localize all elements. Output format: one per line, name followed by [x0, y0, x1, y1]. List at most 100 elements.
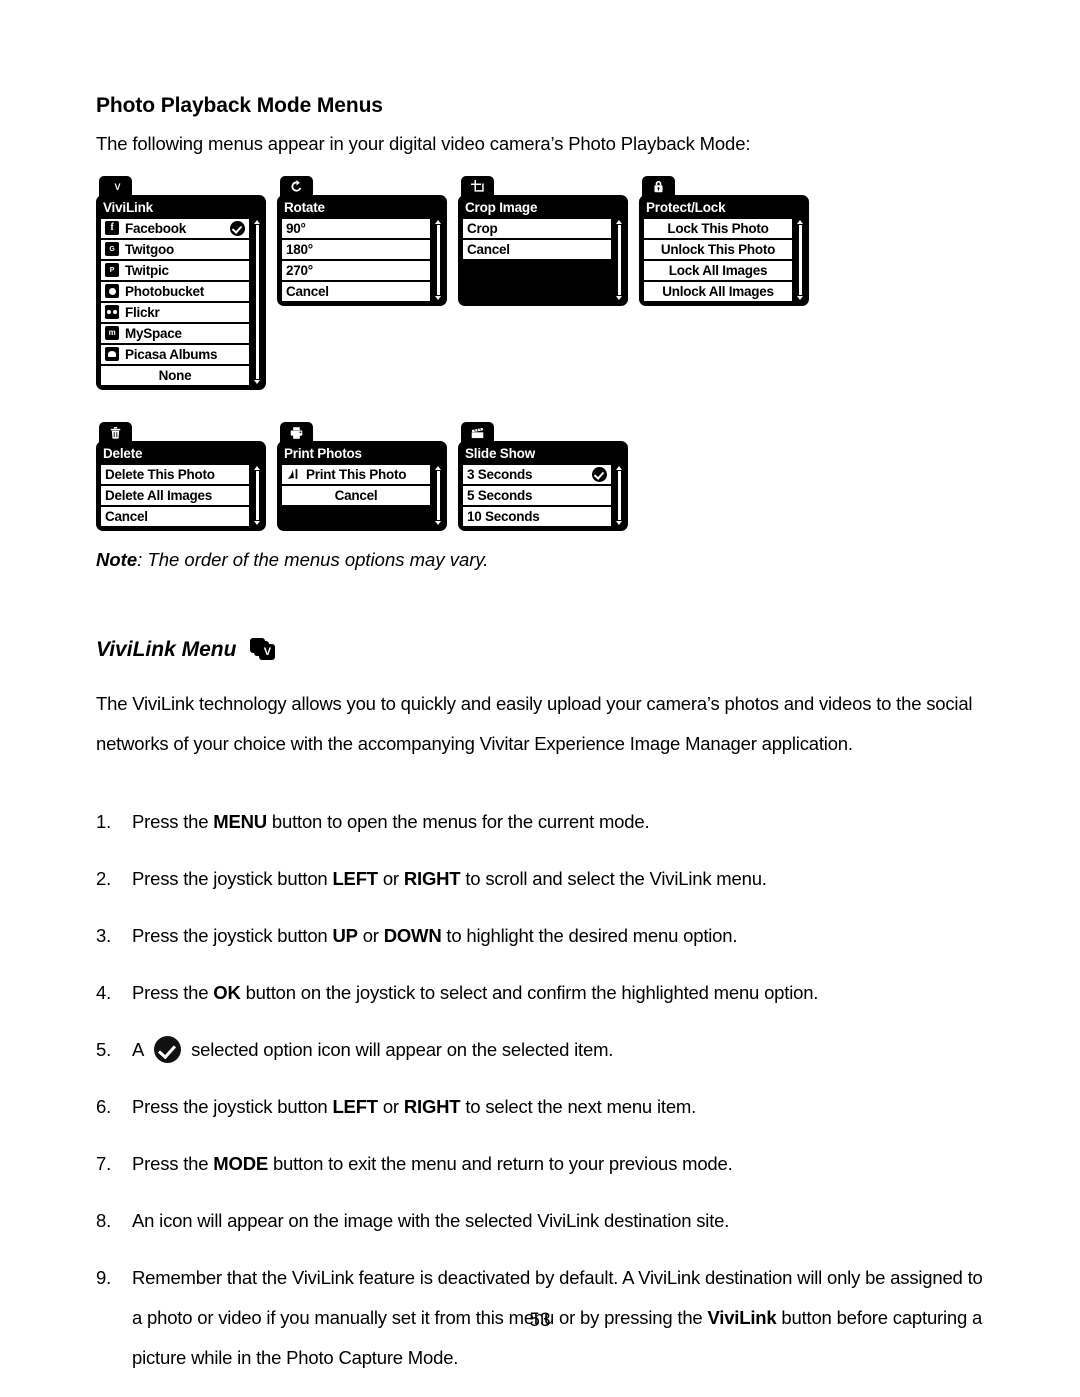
menu-figure: V ViviLink f Facebook G Twitgoo P Twitpi…: [96, 176, 826, 546]
scroll-down-arrow-icon[interactable]: [797, 296, 803, 300]
list-text: A selected option icon will appear on th…: [132, 1030, 996, 1070]
menu-item-label: Crop: [467, 221, 498, 236]
menu-item-label: Unlock All Images: [662, 284, 774, 299]
scroll-up-arrow-icon[interactable]: [616, 466, 622, 470]
scroll-track[interactable]: [254, 471, 260, 520]
scroll-track[interactable]: [616, 225, 622, 295]
menu-item[interactable]: Delete This Photo: [101, 465, 249, 484]
menu-item[interactable]: Cancel: [101, 507, 249, 526]
scroll-down-arrow-icon[interactable]: [254, 380, 260, 384]
menu-item[interactable]: Cancel: [282, 486, 430, 505]
menu-item[interactable]: Lock All Images: [644, 261, 792, 280]
menu-item-label: Twitgoo: [125, 242, 174, 257]
menu-item-label: Picasa Albums: [125, 347, 218, 362]
scrollbar[interactable]: [434, 465, 442, 526]
list-number: 7.: [96, 1153, 112, 1174]
menu-item[interactable]: Photobucket: [101, 282, 249, 301]
scroll-up-arrow-icon[interactable]: [797, 220, 803, 224]
selected-option-check-icon: [154, 1036, 182, 1063]
myspace-icon: m: [105, 326, 120, 341]
menu-item[interactable]: Lock This Photo: [644, 219, 792, 238]
menu-panel: Delete Delete This Photo Delete All Imag…: [96, 441, 266, 531]
photobucket-icon: [105, 284, 120, 299]
scroll-down-arrow-icon[interactable]: [435, 296, 441, 300]
menu-item[interactable]: Print This Photo: [282, 465, 430, 484]
menu-item[interactable]: Unlock This Photo: [644, 240, 792, 259]
menu-item-label: Cancel: [467, 242, 510, 257]
menu-crop-image: Crop Image Crop Cancel: [458, 176, 628, 306]
scroll-track[interactable]: [254, 225, 260, 379]
scroll-down-arrow-icon[interactable]: [616, 521, 622, 525]
menu-item[interactable]: Unlock All Images: [644, 282, 792, 301]
menu-protect-lock: Protect/Lock Lock This Photo Unlock This…: [639, 176, 809, 306]
list-number: 2.: [96, 868, 112, 889]
menu-items: 90° 180° 270° Cancel: [282, 219, 430, 301]
scrollbar[interactable]: [434, 219, 442, 301]
menu-items: f Facebook G Twitgoo P Twitpic Photobuck…: [101, 219, 249, 385]
menu-item[interactable]: Picasa Albums: [101, 345, 249, 364]
page-number: 53: [529, 1310, 551, 1331]
menu-panel: Print Photos Print This Photo Cancel: [277, 441, 447, 531]
menu-item[interactable]: 90°: [282, 219, 430, 238]
crop-icon: [461, 176, 494, 197]
menu-item[interactable]: Cancel: [463, 240, 611, 259]
menu-item[interactable]: 10 Seconds: [463, 507, 611, 526]
scroll-up-arrow-icon[interactable]: [254, 220, 260, 224]
menu-item[interactable]: P Twitpic: [101, 261, 249, 280]
menu-item[interactable]: Delete All Images: [101, 486, 249, 505]
menu-item[interactable]: Flickr: [101, 303, 249, 322]
scroll-track[interactable]: [435, 471, 441, 520]
menu-panel: Crop Image Crop Cancel: [458, 195, 628, 306]
printer-icon: [280, 422, 313, 443]
rotate-icon: [280, 176, 313, 197]
menu-item-label: None: [158, 368, 192, 383]
menu-item[interactable]: G Twitgoo: [101, 240, 249, 259]
menu-item[interactable]: m MySpace: [101, 324, 249, 343]
scrollbar[interactable]: [615, 219, 623, 301]
list-item: 4. Press the OK button on the joystick to…: [96, 973, 996, 1013]
scroll-down-arrow-icon[interactable]: [254, 521, 260, 525]
scrollbar[interactable]: [796, 219, 804, 301]
menu-item[interactable]: 180°: [282, 240, 430, 259]
selected-check-icon: [230, 221, 245, 236]
scroll-track[interactable]: [616, 471, 622, 520]
menu-item[interactable]: 3 Seconds: [463, 465, 611, 484]
twitpic-icon: P: [105, 263, 120, 278]
intro-paragraph: The following menus appear in your digit…: [96, 133, 751, 154]
scrollbar[interactable]: [615, 465, 623, 526]
scroll-track[interactable]: [797, 225, 803, 295]
menu-item[interactable]: 270°: [282, 261, 430, 280]
scroll-up-arrow-icon[interactable]: [616, 220, 622, 224]
list-text: Press the OK button on the joystick to s…: [132, 982, 819, 1003]
scroll-down-arrow-icon[interactable]: [616, 296, 622, 300]
list-item: 3. Press the joystick button UP or DOWN t…: [96, 916, 996, 956]
scroll-up-arrow-icon[interactable]: [435, 220, 441, 224]
menu-title: ViviLink: [103, 200, 153, 215]
menu-item-label: Cancel: [334, 488, 378, 503]
trash-icon: [99, 422, 132, 443]
menu-items: Lock This Photo Unlock This Photo Lock A…: [644, 219, 792, 301]
menu-item[interactable]: Crop: [463, 219, 611, 238]
menu-panel: Rotate 90° 180° 270° Cancel: [277, 195, 447, 306]
list-text: An icon will appear on the image with th…: [132, 1210, 730, 1231]
menu-item[interactable]: 5 Seconds: [463, 486, 611, 505]
scroll-track[interactable]: [435, 225, 441, 295]
scroll-down-arrow-icon[interactable]: [435, 521, 441, 525]
menu-item-label: Flickr: [125, 305, 160, 320]
selected-check-icon: [592, 467, 607, 482]
note-line: Note: The order of the menus options may…: [96, 549, 488, 571]
menu-title: Protect/Lock: [646, 200, 726, 215]
menu-item[interactable]: None: [101, 366, 249, 385]
scrollbar[interactable]: [253, 465, 261, 526]
vivilink-icon: V: [99, 176, 132, 197]
menu-item[interactable]: f Facebook: [101, 219, 249, 238]
menu-item-label: Print This Photo: [306, 467, 407, 482]
page-title: Photo Playback Mode Menus: [96, 94, 383, 117]
menu-item[interactable]: Cancel: [282, 282, 430, 301]
scroll-up-arrow-icon[interactable]: [254, 466, 260, 470]
scrollbar[interactable]: [253, 219, 261, 385]
menu-items: Delete This Photo Delete All Images Canc…: [101, 465, 249, 526]
list-number: 5.: [96, 1039, 112, 1060]
menu-delete: Delete Delete This Photo Delete All Imag…: [96, 422, 266, 531]
scroll-up-arrow-icon[interactable]: [435, 466, 441, 470]
